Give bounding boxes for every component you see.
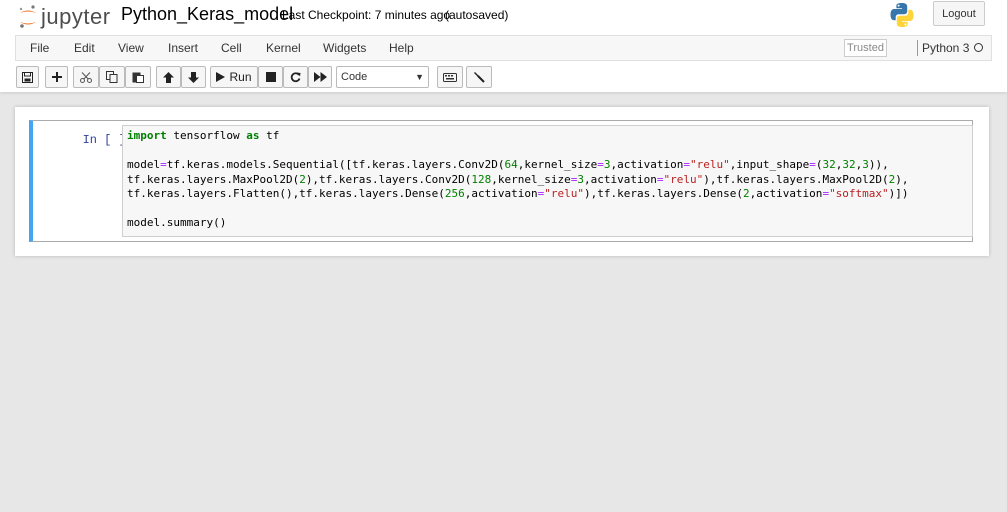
keyboard-icon <box>443 72 457 82</box>
cell-type-value: Code <box>341 71 368 83</box>
code-line: import tensorflow as tf <box>127 129 280 142</box>
autosave-status: (autosaved) <box>445 8 509 22</box>
python-icon <box>890 3 914 27</box>
restart-run-all-button[interactable] <box>308 66 332 88</box>
fast-forward-icon <box>313 72 327 82</box>
interrupt-button[interactable] <box>258 66 283 88</box>
header: jupyter Python_Keras_model Last Checkpoi… <box>0 0 1007 92</box>
logo-text: jupyter <box>41 4 111 29</box>
menubar: File Edit View Insert Cell Kernel Widget… <box>15 35 992 61</box>
edit-metadata-button[interactable] <box>466 66 492 88</box>
code-cell[interactable]: In [ ]: import tensorflow as tf model=tf.… <box>29 120 973 242</box>
chevron-down-icon: ▼ <box>415 72 424 82</box>
paste-button[interactable] <box>125 66 151 88</box>
scissors-icon <box>80 71 92 83</box>
cut-button[interactable] <box>73 66 99 88</box>
play-icon <box>216 72 226 82</box>
wrench-icon <box>474 72 485 83</box>
logout-button[interactable]: Logout <box>933 1 985 26</box>
code-editor[interactable]: import tensorflow as tf model=tf.keras.mo… <box>122 125 973 237</box>
copy-icon <box>106 71 118 83</box>
notebook-name[interactable]: Python_Keras_model <box>121 4 293 25</box>
code-line: tf.keras.layers.Flatten(),tf.keras.layer… <box>127 187 909 200</box>
jupyter-logo-icon <box>19 5 36 28</box>
insert-cell-button[interactable] <box>45 66 68 88</box>
plus-icon <box>51 72 62 82</box>
arrow-up-icon <box>163 71 174 83</box>
restart-button[interactable] <box>283 66 308 88</box>
menu-view[interactable]: View <box>118 41 144 55</box>
kernel-separator <box>917 40 918 56</box>
menu-file[interactable]: File <box>30 41 49 55</box>
code-line: tf.keras.layers.MaxPool2D(2),tf.keras.la… <box>127 172 909 186</box>
jupyter-logo[interactable]: jupyter <box>18 2 111 32</box>
copy-button[interactable] <box>99 66 125 88</box>
save-button[interactable] <box>16 66 39 88</box>
menu-widgets[interactable]: Widgets <box>323 41 366 55</box>
run-button[interactable]: Run <box>210 66 258 88</box>
kernel-name[interactable]: Python 3 <box>922 41 969 55</box>
move-up-button[interactable] <box>156 66 181 88</box>
menu-cell[interactable]: Cell <box>221 41 242 55</box>
menu-insert[interactable]: Insert <box>168 41 198 55</box>
trusted-indicator[interactable]: Trusted <box>844 39 887 57</box>
stop-icon <box>265 72 276 82</box>
paste-icon <box>132 72 144 83</box>
kernel-idle-indicator <box>974 43 983 52</box>
menu-kernel[interactable]: Kernel <box>266 41 301 55</box>
arrow-down-icon <box>188 71 199 83</box>
notebook-container: In [ ]: import tensorflow as tf model=tf.… <box>15 107 989 256</box>
save-icon <box>22 71 33 83</box>
menu-edit[interactable]: Edit <box>74 41 95 55</box>
command-palette-button[interactable] <box>437 66 463 88</box>
run-label: Run <box>229 70 252 84</box>
code-line: model=tf.keras.models.Sequential([tf.ker… <box>127 158 889 171</box>
code-line: model.summary() <box>127 216 227 229</box>
menu-help[interactable]: Help <box>389 41 414 55</box>
checkpoint-status: Last Checkpoint: 7 minutes ago <box>282 8 451 22</box>
cell-type-select[interactable]: Code ▼ <box>336 66 429 88</box>
refresh-icon <box>290 71 301 82</box>
move-down-button[interactable] <box>181 66 206 88</box>
